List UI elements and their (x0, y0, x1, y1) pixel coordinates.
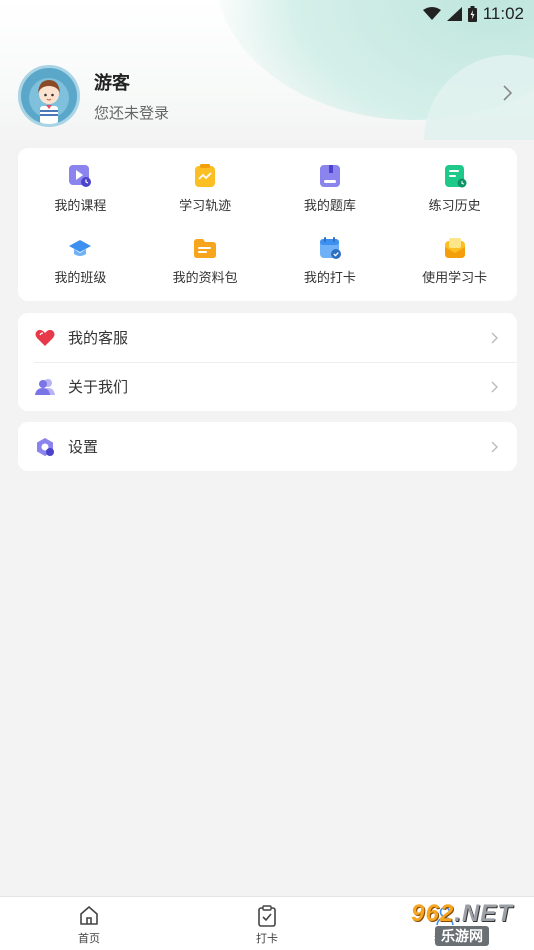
tab-label: 首页 (78, 932, 100, 945)
heart-icon (35, 329, 55, 346)
battery-icon (467, 6, 477, 22)
grid-item-my-checkin[interactable]: 我的打卡 (268, 235, 393, 307)
grid-item-label: 我的资料包 (172, 271, 238, 286)
settings-card: 设置 (18, 422, 517, 471)
tab-home[interactable]: 首页 (0, 897, 178, 950)
home-icon (80, 906, 98, 925)
grid-item-label: 我的课程 (54, 199, 107, 214)
watermark-logo: 962.NET 乐游网 (396, 900, 528, 946)
practice-history-icon (444, 165, 467, 188)
menu-list-card: 我的客服 关于我们 (18, 313, 517, 411)
grid-item-label: 使用学习卡 (422, 271, 488, 286)
tab-checkin[interactable]: 打卡 (178, 897, 356, 950)
status-time: 11:02 (482, 4, 524, 23)
grid-item-label: 练习历史 (428, 199, 481, 214)
chevron-right-icon (491, 332, 498, 343)
watermark-subtext: 乐游网 (435, 926, 489, 946)
status-bar: 11:02 (0, 0, 534, 28)
menu-item-about-us[interactable]: 关于我们 (18, 362, 517, 411)
menu-item-settings[interactable]: 设置 (18, 422, 517, 471)
graduation-cap-icon (69, 240, 92, 256)
course-play-icon (69, 165, 92, 187)
envelope-card-icon (444, 238, 465, 258)
question-bank-icon (319, 165, 340, 187)
settings-gear-icon (37, 437, 54, 456)
grid-item-material-pack[interactable]: 我的资料包 (143, 235, 268, 307)
grid-item-my-class[interactable]: 我的班级 (18, 235, 143, 307)
cell-signal-icon (446, 7, 462, 21)
profile-header[interactable]: 游客 您还未登录 (18, 64, 518, 128)
bottom-tab-bar: 首页 打卡 我的 962.NET 乐游网 (0, 896, 534, 950)
users-icon (35, 378, 55, 395)
grid-item-learning-trajectory[interactable]: 学习轨迹 (143, 163, 268, 235)
avatar[interactable] (18, 65, 80, 127)
grid-row: 我的班级 我的资料包 我的打卡 使用学习卡 (18, 235, 517, 307)
login-status: 您还未登录 (94, 104, 170, 122)
menu-item-label: 关于我们 (68, 378, 129, 396)
watermark-text: 962.NET (411, 900, 513, 927)
grid-item-practice-history[interactable]: 练习历史 (392, 163, 517, 235)
chevron-right-icon[interactable] (502, 84, 514, 102)
folder-icon (194, 239, 217, 258)
avatar-figure-icon (29, 78, 69, 124)
grid-item-question-bank[interactable]: 我的题库 (268, 163, 393, 235)
profile-name: 游客 (94, 73, 130, 94)
tab-label: 打卡 (256, 932, 278, 945)
menu-item-label: 设置 (68, 438, 99, 456)
chevron-right-icon (491, 441, 498, 452)
menu-item-customer-service[interactable]: 我的客服 (18, 313, 517, 362)
clipboard-check-icon (258, 905, 276, 927)
grid-item-label: 我的班级 (54, 271, 107, 286)
calendar-check-icon (319, 237, 341, 259)
grid-item-label: 我的打卡 (303, 271, 356, 286)
grid-row: 我的课程 学习轨迹 我的题库 练习历史 (18, 163, 517, 235)
menu-item-label: 我的客服 (68, 329, 129, 347)
grid-item-use-study-card[interactable]: 使用学习卡 (392, 235, 517, 307)
feature-grid-card: 我的课程 学习轨迹 我的题库 练习历史 我的班级 我的资料包 我的打卡 使用学习… (18, 148, 517, 301)
trajectory-icon (195, 164, 216, 187)
grid-item-label: 我的题库 (303, 199, 356, 214)
grid-item-label: 学习轨迹 (179, 199, 232, 214)
grid-item-my-courses[interactable]: 我的课程 (18, 163, 143, 235)
wifi-icon (422, 7, 441, 20)
chevron-right-icon (491, 381, 498, 392)
